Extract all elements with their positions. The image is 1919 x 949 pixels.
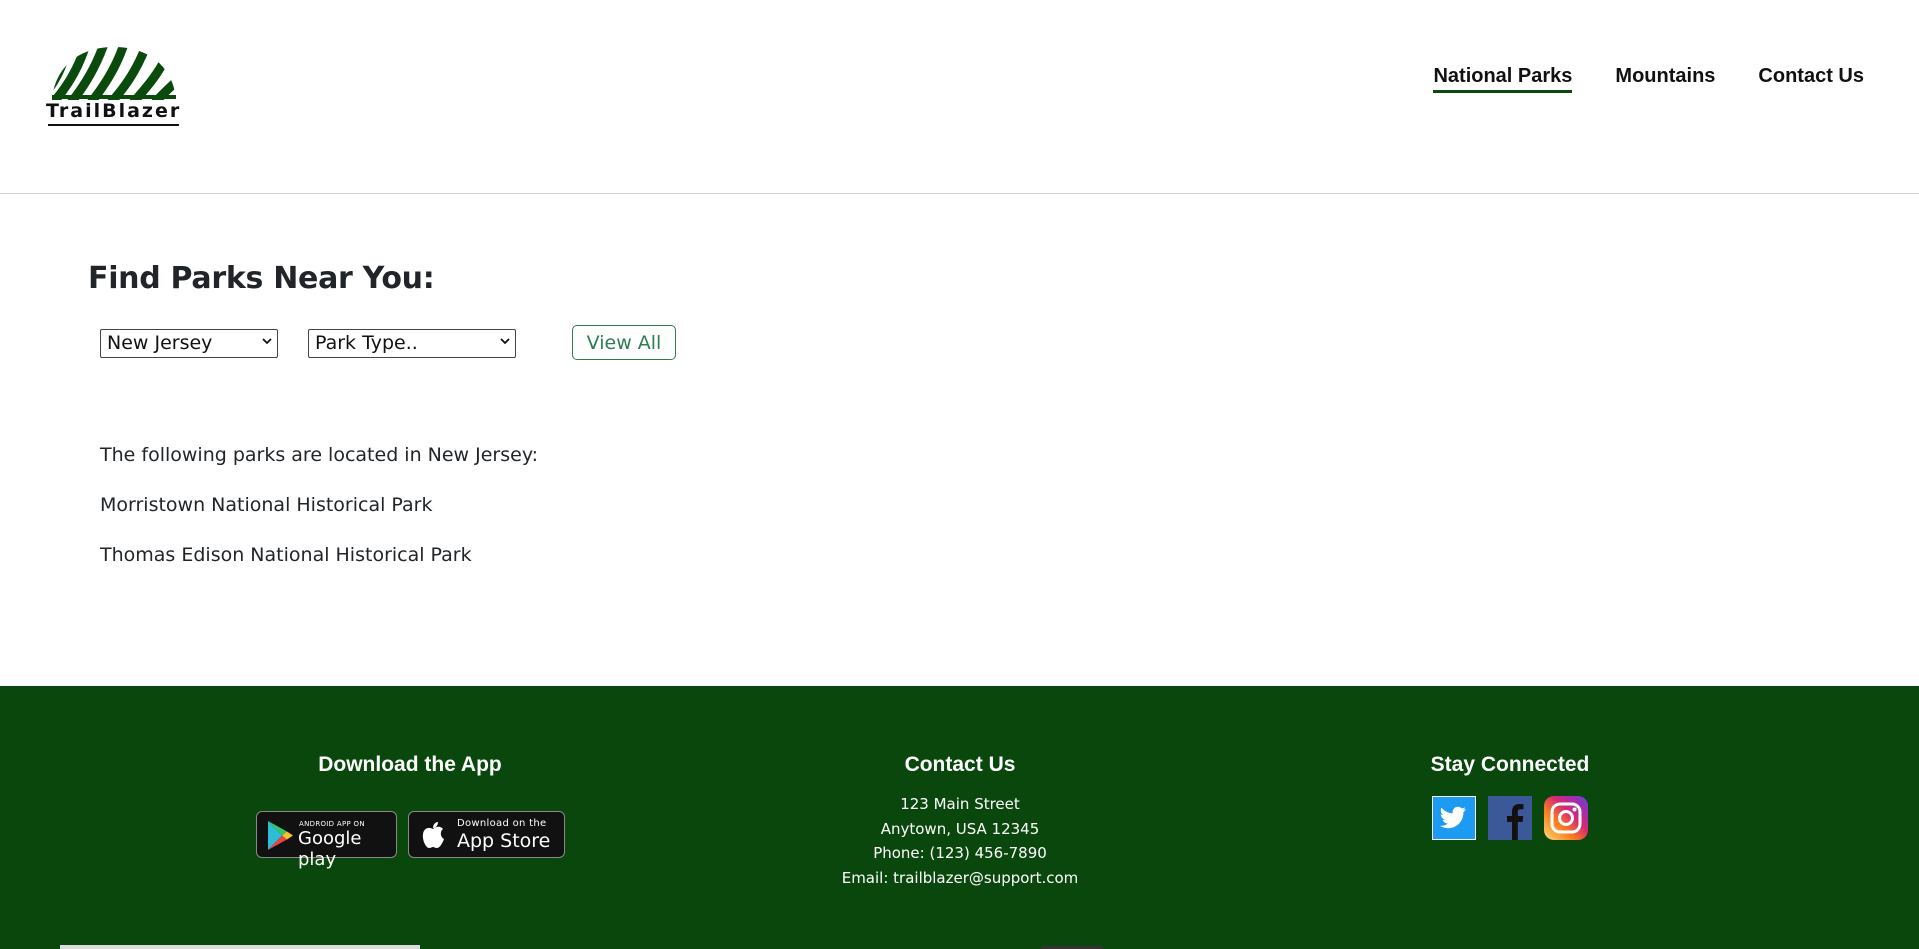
nav-contact-us[interactable]: Contact Us [1758, 64, 1864, 93]
facebook-icon[interactable] [1488, 796, 1532, 840]
page-title: Find Parks Near You: [88, 261, 435, 296]
chevron-down-icon [262, 338, 272, 345]
contact-address-line-2: Anytown, USA 12345 [880, 819, 1040, 838]
google-badge-small-text: ANDROID APP ON [299, 820, 365, 828]
view-all-button[interactable]: View All [572, 325, 676, 360]
striped-hill-icon [52, 47, 176, 100]
apple-badge-small-text: Download on the [457, 818, 547, 829]
contact-details: 123 Main Street Anytown, USA 12345 Phone… [760, 792, 1160, 890]
site-footer: Download the App ANDROID APP ON Google p… [0, 686, 1919, 949]
download-app-heading: Download the App [318, 753, 502, 776]
instagram-icon[interactable] [1544, 796, 1588, 840]
trailblazer-logo[interactable]: TrailBlazer [46, 44, 181, 130]
apple-icon [422, 822, 444, 848]
google-play-badge[interactable]: ANDROID APP ON Google play [256, 811, 397, 870]
nav-national-parks[interactable]: National Parks [1433, 64, 1573, 93]
contact-phone: Phone: (123) 456-7890 [873, 844, 1047, 862]
apple-badge-big-text: App Store [457, 830, 551, 852]
park-results: The following parks are located in New J… [100, 444, 538, 594]
park-type-select-value: Park Type.. [315, 332, 418, 354]
chevron-down-icon [500, 338, 510, 345]
contact-address-line-1: 123 Main Street [900, 795, 1020, 813]
nav-mountains[interactable]: Mountains [1615, 64, 1715, 93]
google-play-icon [268, 821, 293, 850]
google-badge-big-text: Google play [298, 828, 362, 870]
footer-divider [60, 945, 420, 949]
contact-us-heading: Contact Us [904, 753, 1016, 776]
logo-underline [48, 124, 179, 126]
logo-wordmark: TrailBlazer [46, 100, 182, 122]
stay-connected-heading: Stay Connected [1430, 753, 1590, 776]
park-list-item: Thomas Edison National Historical Park [100, 544, 472, 566]
app-store-badge[interactable]: Download on the App Store [408, 811, 565, 858]
results-intro: The following parks are located in New J… [100, 444, 539, 466]
park-list-item: Morristown National Historical Park [100, 494, 433, 516]
main-nav: National Parks Mountains Contact Us [1433, 64, 1864, 93]
contact-email[interactable]: Email: trailblazer@support.com [760, 866, 1160, 891]
state-select[interactable]: New Jersey [100, 329, 278, 358]
site-header: TrailBlazer National Parks Mountains Con… [0, 0, 1919, 194]
park-type-select[interactable]: Park Type.. [308, 329, 516, 358]
twitter-icon[interactable] [1432, 796, 1476, 840]
state-select-value: New Jersey [107, 332, 213, 354]
